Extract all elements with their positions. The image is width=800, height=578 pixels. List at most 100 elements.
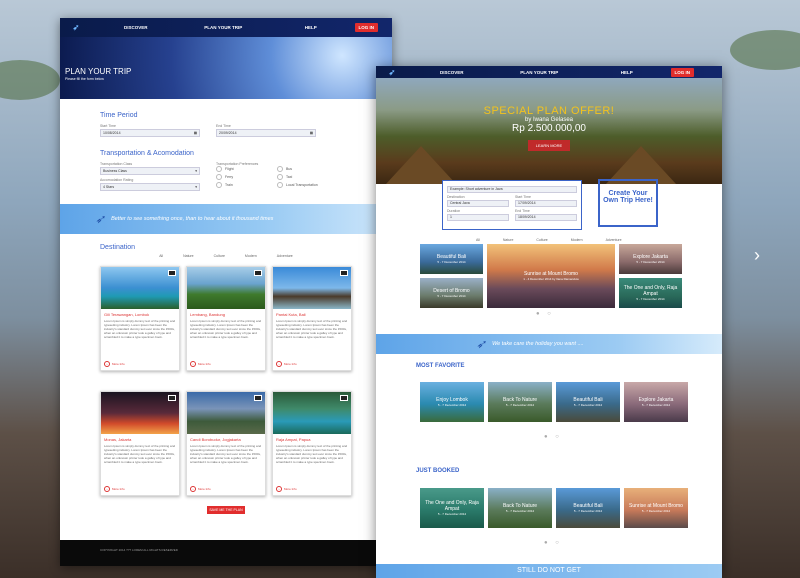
pref-option[interactable]: Ferry bbox=[216, 174, 271, 180]
trip-tile[interactable]: The One and Only, Raja Ampat 5 - 7 Decemb… bbox=[420, 488, 484, 528]
gallery-tile[interactable]: Desert of Bromo 5 - 7 December 2014 bbox=[420, 278, 483, 308]
search-input[interactable]: Example: Short adventure in Java bbox=[447, 186, 577, 193]
camera-icon[interactable] bbox=[340, 395, 348, 401]
camera-icon[interactable] bbox=[168, 395, 176, 401]
nav-help[interactable]: HELP bbox=[267, 25, 355, 30]
carousel-dots[interactable]: ● ○ bbox=[544, 434, 562, 440]
create-trip-button[interactable]: Create Your Own Trip Here! bbox=[598, 179, 658, 227]
filter-nature[interactable]: Nature bbox=[503, 238, 514, 242]
filter-adventure[interactable]: Adventure bbox=[606, 238, 622, 242]
more-info-link[interactable]: More Info bbox=[190, 486, 211, 492]
pref-option[interactable]: Bus bbox=[277, 166, 332, 172]
filter-culture[interactable]: Culture bbox=[536, 238, 547, 242]
footer: COPYRIGHT 2014 ??? LOREM ALL RIGHTS RESE… bbox=[60, 540, 392, 566]
chevron-right-icon[interactable]: › bbox=[754, 245, 760, 266]
start-time-value: 10/08/2014 bbox=[103, 131, 121, 135]
learn-more-button[interactable]: LEARN MORE bbox=[527, 140, 571, 151]
start-time-input[interactable]: 17/09/2014 bbox=[515, 200, 577, 207]
duration-label: Duration bbox=[447, 209, 461, 213]
gallery-tile[interactable]: Beautiful Bali 5 - 7 December 2014 bbox=[420, 244, 483, 274]
more-info-link[interactable]: More Info bbox=[276, 486, 297, 492]
hut-roof-decoration bbox=[386, 146, 456, 184]
card-desc: Lorem Ipsum is simply dummy text of the … bbox=[276, 444, 348, 464]
camera-icon[interactable] bbox=[254, 395, 262, 401]
gallery-tile[interactable]: Explore Jakarta 5 - 7 December 2014 bbox=[619, 244, 682, 274]
calendar-icon: ▦ bbox=[193, 131, 197, 135]
filter-culture[interactable]: Culture bbox=[214, 254, 225, 258]
destination-card[interactable]: Pantai Kuta, Bali Lorem Ipsum is simply d… bbox=[272, 266, 352, 371]
carousel-dots[interactable]: ● ○ bbox=[536, 311, 554, 317]
filter-modern[interactable]: Modern bbox=[571, 238, 583, 242]
destination-select[interactable]: Central Java bbox=[447, 200, 509, 207]
end-time-input[interactable]: 20/09/2014 ▦ bbox=[216, 129, 316, 137]
more-info-link[interactable]: More Info bbox=[104, 486, 125, 492]
site-logo[interactable]: ➶ bbox=[376, 68, 408, 77]
more-info-link[interactable]: More Info bbox=[276, 361, 297, 367]
end-time-input[interactable]: 18/09/2014 bbox=[515, 214, 577, 221]
trip-tile[interactable]: Beautiful Bali 5 - 7 December 2014 bbox=[556, 382, 620, 422]
nav-discover[interactable]: DISCOVER bbox=[408, 70, 496, 75]
palm-decoration bbox=[0, 60, 60, 100]
trip-tile[interactable]: Back To Nature 5 - 7 December 2014 bbox=[488, 488, 552, 528]
destination-card[interactable]: Gili Terawangan, Lombok Lorem Ipsum is si… bbox=[100, 266, 180, 371]
class-select[interactable]: Business Class ▾ bbox=[100, 167, 200, 175]
destination-label: Destination bbox=[447, 195, 465, 199]
filter-all[interactable]: All bbox=[159, 254, 163, 258]
destination-card[interactable]: Lembang, Bandung Lorem Ipsum is simply du… bbox=[186, 266, 266, 371]
chevron-down-icon: ▾ bbox=[195, 185, 197, 189]
card-desc: Lorem Ipsum is simply dummy text of the … bbox=[104, 444, 176, 464]
nav-plan-trip[interactable]: PLAN YOUR TRIP bbox=[180, 25, 268, 30]
booked-row: The One and Only, Raja Ampat 5 - 7 Decemb… bbox=[420, 488, 688, 528]
trip-tile[interactable]: Back To Nature 5 - 7 December 2014 bbox=[488, 382, 552, 422]
trip-tile[interactable]: Enjoy Lombok 5 - 7 December 2014 bbox=[420, 382, 484, 422]
filter-nature[interactable]: Nature bbox=[183, 254, 194, 258]
duration-select[interactable]: 1 bbox=[447, 214, 509, 221]
login-button[interactable]: LOG IN bbox=[670, 67, 694, 77]
tile-date: 5 - 7 December 2014 bbox=[573, 509, 603, 513]
calendar-icon: ▦ bbox=[309, 131, 313, 135]
start-time-label: Start Time bbox=[100, 124, 116, 128]
login-button[interactable]: LOG IN bbox=[354, 23, 378, 32]
gallery-tile-featured[interactable]: Sunrise at Mount Bromo 1 - 4 December 201… bbox=[487, 244, 615, 308]
more-info-link[interactable]: More Info bbox=[190, 361, 211, 367]
acc-select[interactable]: 4 Stars ▾ bbox=[100, 183, 200, 191]
class-value: Business Class bbox=[103, 169, 127, 173]
destination-card[interactable]: Candi Borobudur, Jogjakarta Lorem Ipsum i… bbox=[186, 391, 266, 496]
gallery-tile[interactable]: The One and Only, Raja Ampat 5 - 7 Decemb… bbox=[619, 278, 682, 308]
tile-date: 5 - 7 December 2014 bbox=[573, 403, 603, 407]
trip-tile[interactable]: Explore Jakarta 5 - 7 December 2014 bbox=[624, 382, 688, 422]
swoosh-icon: ➶ bbox=[476, 337, 487, 351]
top-navbar: ➶ DISCOVER PLAN YOUR TRIP HELP LOG IN bbox=[376, 66, 722, 78]
more-info-link[interactable]: More Info bbox=[104, 361, 125, 367]
quote-banner: ➶ Better to see something once, than to h… bbox=[60, 204, 392, 234]
camera-icon[interactable] bbox=[254, 270, 262, 276]
site-logo[interactable]: ➶ bbox=[60, 23, 92, 32]
camera-icon[interactable] bbox=[340, 270, 348, 276]
swoosh-icon: ➶ bbox=[388, 67, 396, 77]
filter-all[interactable]: All bbox=[476, 238, 480, 242]
pref-option[interactable]: Train bbox=[216, 182, 271, 188]
destination-heading: Destination bbox=[100, 244, 136, 251]
carousel-dots[interactable]: ● ○ bbox=[544, 540, 562, 546]
card-title: Candi Borobudur, Jogjakarta bbox=[190, 437, 241, 442]
save-plan-button[interactable]: SAVE ME THE PLAN bbox=[207, 506, 245, 514]
swoosh-icon: ➶ bbox=[95, 212, 106, 226]
nav-discover[interactable]: DISCOVER bbox=[92, 25, 180, 30]
start-time-input[interactable]: 10/08/2014 ▦ bbox=[100, 129, 200, 137]
filter-adventure[interactable]: Adventure bbox=[277, 254, 293, 258]
destination-card[interactable]: Monas, Jakarta Lorem Ipsum is simply dumm… bbox=[100, 391, 180, 496]
end-time-label: End Time bbox=[515, 209, 530, 213]
destination-card[interactable]: Raja Ampat, Papua Lorem Ipsum is simply d… bbox=[272, 391, 352, 496]
nav-plan-trip[interactable]: PLAN YOUR TRIP bbox=[496, 70, 584, 75]
pref-option[interactable]: Taxi bbox=[277, 174, 332, 180]
pref-option[interactable]: Flight bbox=[216, 166, 271, 172]
card-photo bbox=[273, 392, 351, 434]
camera-icon[interactable] bbox=[168, 270, 176, 276]
pref-option[interactable]: Local Transportation bbox=[277, 182, 332, 188]
trip-search-box: Example: Short adventure in Java Destina… bbox=[442, 180, 582, 230]
trip-tile[interactable]: Beautiful Bali 5 - 7 December 2014 bbox=[556, 488, 620, 528]
trip-tile[interactable]: Sunrise at Mount Bromo 5 - 7 December 201… bbox=[624, 488, 688, 528]
filter-modern[interactable]: Modern bbox=[245, 254, 257, 258]
nav-help[interactable]: HELP bbox=[583, 70, 671, 75]
quote-text: Better to see something once, than to he… bbox=[111, 216, 274, 222]
